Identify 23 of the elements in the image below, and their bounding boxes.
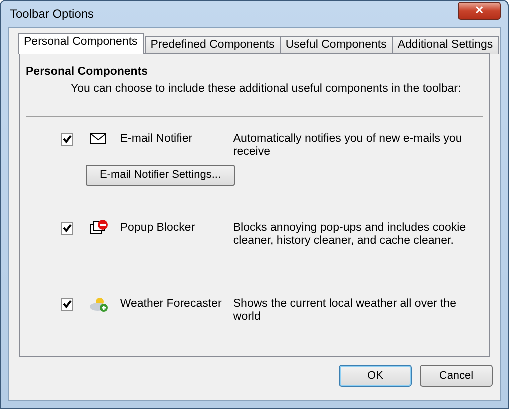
checkbox[interactable] — [61, 298, 74, 310]
component-description: Shows the current local weather all over the world — [233, 296, 458, 324]
component-description: Blocks annoying pop-ups and includes cookie cleaner, history cleaner, and cache cleaner. — [233, 220, 468, 248]
popup-blocker-icon — [90, 220, 108, 234]
window-title: Toolbar Options — [9, 6, 94, 23]
component-name: Popup Blocker — [120, 220, 196, 234]
tab[interactable]: Predefined Components — [144, 36, 281, 54]
section-heading: Personal Components — [26, 65, 150, 80]
dialog-button[interactable]: OK — [339, 365, 412, 387]
dialog-button[interactable]: Cancel — [420, 365, 493, 387]
tab[interactable]: Additional Settings — [392, 36, 500, 54]
weather-icon — [90, 298, 108, 312]
tab[interactable]: Personal Components — [18, 33, 144, 54]
checkbox[interactable] — [61, 222, 74, 234]
component-name: E-mail Notifier — [120, 132, 194, 146]
settings-button[interactable]: E-mail Notifier Settings... — [86, 164, 235, 186]
close-button[interactable]: ✕ — [458, 2, 501, 20]
checkbox[interactable] — [61, 132, 74, 146]
component-description: Automatically notifies you of new e-mails you receive — [233, 132, 464, 158]
tab[interactable]: Useful Components — [280, 36, 393, 54]
envelope-icon — [90, 133, 107, 144]
component-name: Weather Forecaster — [120, 296, 223, 310]
intro-text: You can choose to include these additional useful components in the toolbar: — [70, 82, 462, 98]
